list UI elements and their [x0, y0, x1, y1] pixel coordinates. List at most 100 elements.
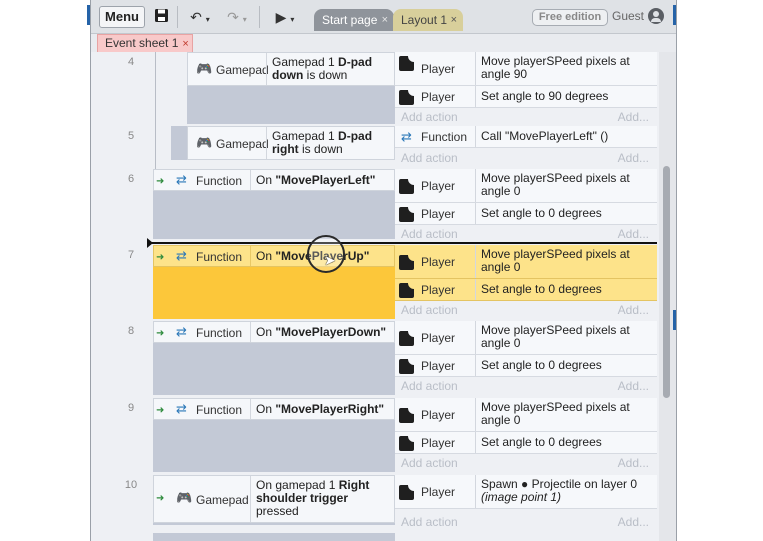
add-action-button[interactable]: Add action Add...	[395, 149, 657, 167]
action-row[interactable]: Player Set angle to 0 degrees	[395, 432, 657, 454]
sprite-icon	[399, 283, 414, 298]
divider	[475, 126, 476, 147]
add-more-label: Add...	[617, 515, 649, 529]
sprite-icon	[399, 485, 414, 500]
action-object: Player	[421, 207, 456, 221]
condition-gamepad-dpad-down[interactable]: 🎮 Gamepad Gamepad 1 D-pad down is down	[187, 52, 395, 86]
action-row[interactable]: Player Spawn ● Projectile on layer 0 (ima…	[395, 475, 657, 509]
add-action-button[interactable]: Add action Add...	[395, 225, 657, 243]
action-text: Move playerSPeed pixels at angle 0	[481, 323, 630, 350]
event-number: 6	[127, 173, 135, 185]
divider	[250, 476, 251, 522]
sprite-icon	[399, 56, 414, 71]
add-action-button[interactable]: Add action Add...	[395, 301, 657, 319]
condition-gamepad-trigger[interactable]: ➜ 🎮 Gamepad On gamepad 1 Right shoulder …	[153, 475, 395, 523]
sprite-icon	[399, 90, 414, 105]
event-9-condition-block[interactable]: ➜ ⇄ Function On "MovePlayerRight"	[153, 398, 395, 472]
condition-on-function[interactable]: ➜ ⇄ Function On "MovePlayerRight"	[153, 398, 395, 420]
sprite-icon	[399, 331, 414, 346]
close-icon[interactable]: ×	[382, 9, 388, 31]
event-number: 9	[127, 402, 135, 414]
undo-icon[interactable]: ↶ ▾	[186, 8, 214, 26]
action-row[interactable]: Player Set angle to 90 degrees	[395, 86, 657, 108]
sprite-icon	[399, 255, 414, 270]
tab-label: Start page	[322, 13, 378, 27]
add-action-button[interactable]: Add action Add...	[395, 454, 657, 472]
action-text: Move playerSPeed pixels at angle 0	[481, 171, 630, 198]
sprite-icon	[399, 408, 414, 423]
action-row[interactable]: Player Move playerSPeed pixels at angle 0	[395, 321, 657, 355]
action-text: Move playerSPeed pixels at angle 90	[481, 54, 630, 81]
tab-label: Event sheet 1	[105, 36, 179, 50]
toolbar-separator	[259, 6, 260, 28]
action-row[interactable]: Player Move playerSPeed pixels at angle 9…	[395, 52, 657, 86]
event-4-condition-block[interactable]: 🎮 Gamepad Gamepad 1 D-pad down is down	[187, 52, 395, 124]
event-number: 8	[127, 325, 135, 337]
event-6-condition-block[interactable]: ➜ ⇄ Function On "MovePlayerLeft"	[153, 169, 395, 239]
gamepad-icon: 🎮	[196, 135, 213, 150]
action-text: Move playerSPeed pixels at angle 0	[481, 400, 630, 427]
condition-on-function[interactable]: ➜ ⇄ Function On "MovePlayerDown"	[153, 321, 395, 343]
add-action-button[interactable]: Add action Add...	[395, 513, 657, 531]
divider	[475, 355, 476, 376]
tab-start-page[interactable]: Start page ×	[314, 9, 394, 31]
action-object: Player	[421, 359, 456, 373]
action-object: Function	[421, 130, 468, 144]
event-5-condition-block[interactable]: 🎮 Gamepad Gamepad 1 D-pad right is down	[171, 126, 395, 160]
close-icon[interactable]: ×	[182, 38, 188, 50]
action-row-selected[interactable]: Player Set angle to 0 degrees	[395, 279, 657, 301]
divider	[475, 86, 476, 107]
divider	[266, 53, 267, 85]
condition-gamepad-dpad-right[interactable]: 🎮 Gamepad Gamepad 1 D-pad right is down	[187, 126, 395, 160]
divider	[475, 398, 476, 431]
next-event-partial	[153, 533, 395, 541]
event-8-condition-block[interactable]: ➜ ⇄ Function On "MovePlayerDown"	[153, 321, 395, 395]
play-icon[interactable]: ▶ ▾	[271, 8, 299, 26]
action-row[interactable]: Player Move playerSPeed pixels at angle 0	[395, 398, 657, 432]
tab-event-sheet-1[interactable]: Event sheet 1 ×	[97, 34, 193, 52]
action-object: Player	[421, 408, 456, 422]
action-row[interactable]: Player Set angle to 0 degrees	[395, 355, 657, 377]
action-row-selected[interactable]: Player Move playerSPeed pixels at angle 0	[395, 245, 657, 279]
condition-object: Function	[196, 326, 243, 340]
event-sheet[interactable]: 4 🎮 Gamepad Gamepad 1 D-pad down is down…	[91, 52, 659, 541]
action-text: Move playerSPeed pixels at angle 0	[481, 247, 630, 274]
event-10-condition-block[interactable]: ➜ 🎮 Gamepad On gamepad 1 Right shoulder …	[153, 475, 395, 525]
divider	[266, 127, 267, 159]
sprite-icon	[399, 436, 414, 451]
add-action-label: Add action	[401, 379, 458, 393]
toolbar-separator	[177, 6, 178, 28]
floppy-disk-icon[interactable]	[153, 8, 169, 26]
action-row[interactable]: Player Set angle to 0 degrees	[395, 203, 657, 225]
action-row[interactable]: Player Move playerSPeed pixels at angle 0	[395, 169, 657, 203]
condition-text: On "MovePlayerLeft"	[256, 173, 376, 187]
action-text: Set angle to 0 degrees	[481, 282, 602, 296]
free-edition-badge[interactable]: Free edition	[532, 9, 608, 26]
window-edge-marker	[673, 310, 676, 330]
vertical-scrollbar-thumb[interactable]	[663, 166, 670, 398]
condition-on-function[interactable]: ➜ ⇄ Function On "MovePlayerLeft"	[153, 169, 395, 191]
action-row[interactable]: ⇄ Function Call "MovePlayerLeft" ()	[395, 126, 657, 148]
drag-drop-indicator-line	[149, 242, 657, 244]
redo-icon[interactable]: ↷ ▾	[223, 8, 251, 26]
condition-text: Gamepad 1 D-pad down is down	[272, 55, 373, 82]
trigger-arrow-icon: ➜	[156, 328, 165, 339]
divider	[475, 52, 476, 85]
condition-on-function[interactable]: ➜ ⇄ Function On "MovePlayerUp"	[153, 245, 395, 267]
user-account-icon[interactable]	[648, 8, 664, 24]
add-action-button[interactable]: Add action Add...	[395, 108, 657, 126]
close-icon[interactable]: ×	[451, 9, 457, 31]
trigger-arrow-icon: ➜	[156, 405, 165, 416]
toolbar: Menu ↶ ▾ ↷ ▾ ▶ ▾ Start page × Layout 1 ×…	[91, 0, 676, 34]
event-7-condition-block-selected[interactable]: ➜ ⇄ Function On "MovePlayerUp"	[153, 245, 395, 319]
add-more-label: Add...	[617, 110, 649, 124]
add-action-label: Add action	[401, 151, 458, 165]
event-number: 10	[124, 479, 138, 491]
add-action-button[interactable]: Add action Add...	[395, 377, 657, 395]
user-name[interactable]: Guest	[612, 9, 644, 23]
menu-button[interactable]: Menu	[99, 6, 145, 28]
action-text: Spawn ● Projectile on layer 0 (image poin…	[481, 477, 637, 504]
add-action-label: Add action	[401, 515, 458, 529]
divider	[250, 170, 251, 190]
tab-layout-1[interactable]: Layout 1 ×	[393, 9, 463, 31]
